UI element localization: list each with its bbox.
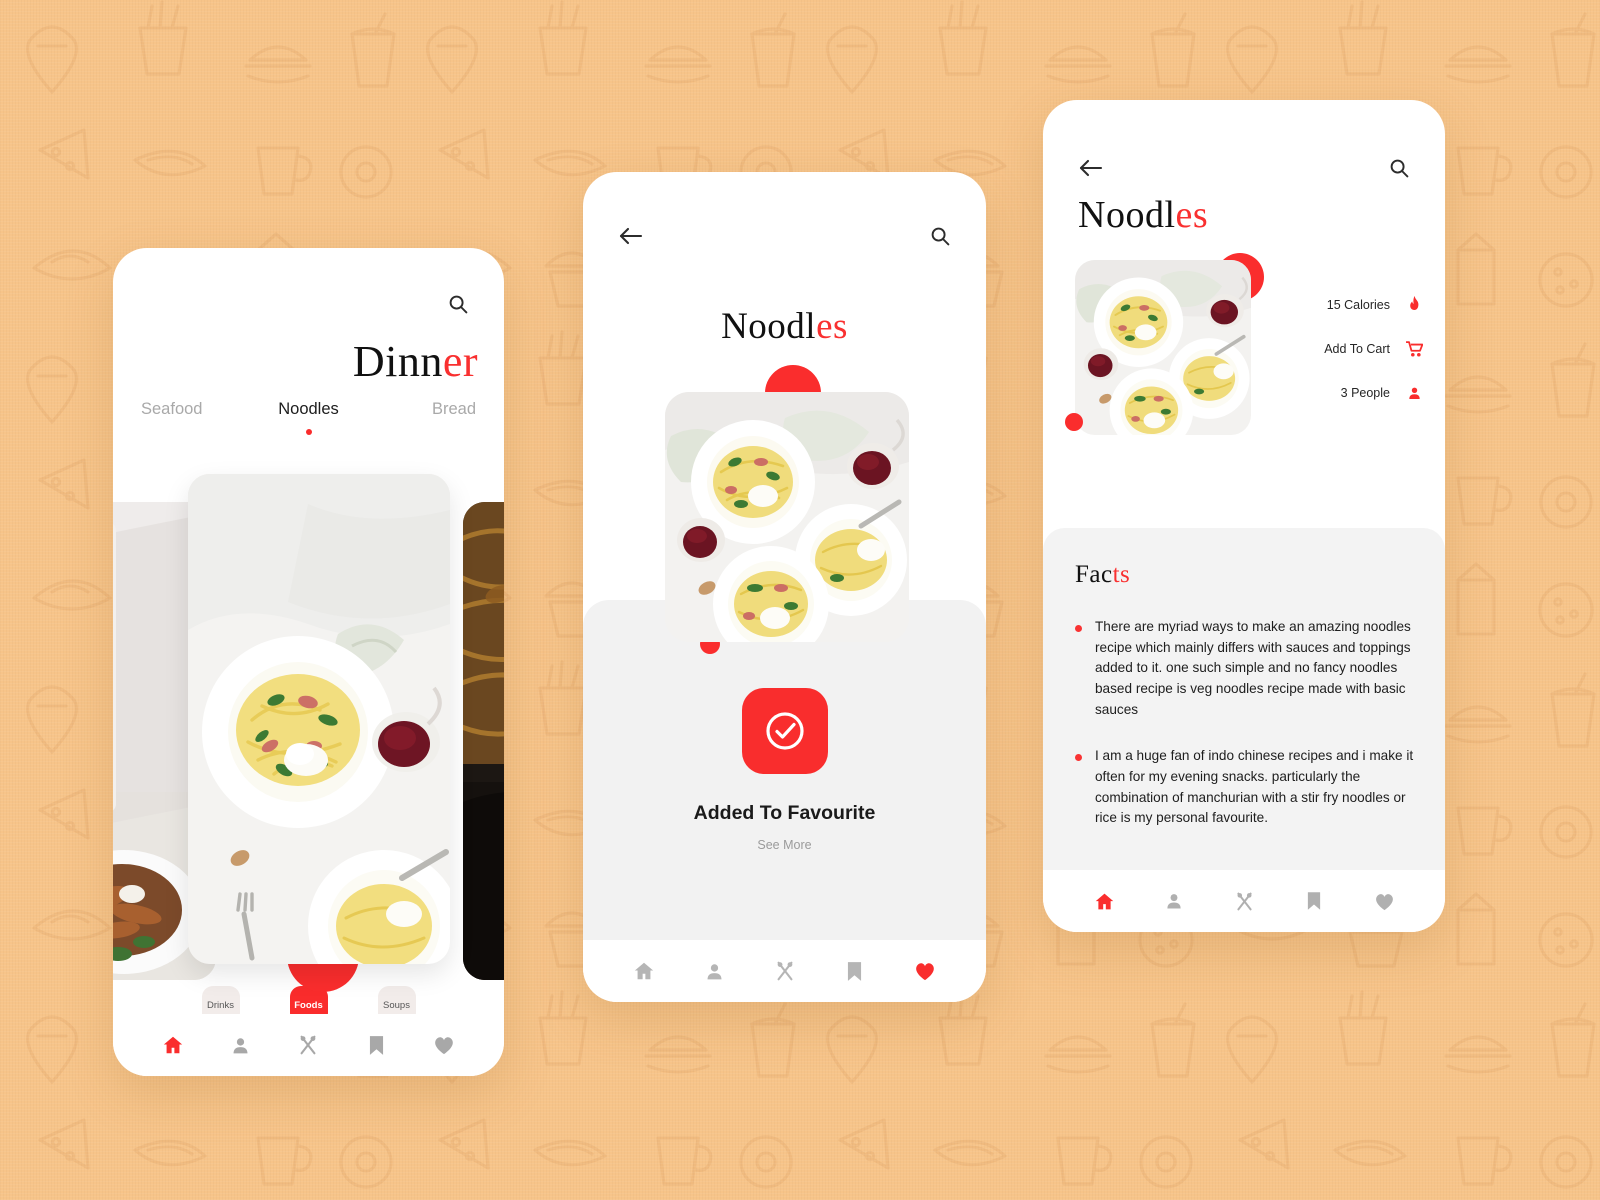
phone-screen-added-favourite: Noodles Added To Favourite See More: [583, 172, 986, 1002]
page-title: Noodles: [1078, 196, 1208, 234]
person-icon: [1406, 385, 1423, 401]
bullet-icon: [1075, 754, 1082, 762]
back-arrow-icon[interactable]: [1079, 158, 1103, 178]
phone-screen-noodles-detail: Noodles 15 Calories Add To Cart 3 People…: [1043, 100, 1445, 932]
facts-title-accent: ts: [1112, 561, 1131, 588]
phone3-topbar: [1043, 146, 1445, 190]
facts-panel: Facts There are myriad ways to make an a…: [1043, 528, 1445, 870]
tab-bread[interactable]: Bread: [364, 400, 476, 419]
nav-bookmark[interactable]: [1279, 891, 1349, 911]
phone2-topbar: [583, 214, 986, 258]
hero-food-image: [665, 392, 909, 642]
bullet-icon: [1075, 625, 1082, 632]
fact-text: I am a huge fan of indo chinese recipes …: [1095, 748, 1414, 826]
status-label: Added To Favourite: [693, 802, 876, 824]
hamburger-icon[interactable]: [382, 295, 408, 313]
info-row-people[interactable]: 3 People: [1273, 385, 1423, 401]
page-title-plain: Noodl: [1078, 194, 1176, 236]
nav-bookmark[interactable]: [820, 961, 890, 982]
facts-title-plain: Fac: [1075, 561, 1113, 588]
nav-profile[interactable]: [1139, 891, 1209, 911]
food-card-next[interactable]: [463, 502, 504, 980]
category-tabs: Seafood Noodles Bread: [113, 400, 504, 435]
search-icon[interactable]: [930, 226, 950, 246]
tab-seafood[interactable]: Seafood: [141, 400, 253, 419]
flame-icon: [1406, 296, 1423, 313]
page-title: Dinner: [353, 340, 478, 384]
nav-favourites[interactable]: [890, 961, 960, 981]
facts-title: Facts: [1075, 562, 1415, 587]
nav-home[interactable]: [139, 1034, 207, 1056]
nav-cutlery[interactable]: [1209, 891, 1279, 912]
search-icon[interactable]: [448, 294, 468, 314]
hero-food-image: [1075, 260, 1251, 435]
info-row-calories[interactable]: 15 Calories: [1273, 296, 1423, 313]
nav-favourites[interactable]: [410, 1035, 478, 1055]
add-to-cart-label: Add To Cart: [1324, 342, 1390, 356]
nav-home[interactable]: [1069, 891, 1139, 912]
page-title-plain: Noodl: [721, 306, 817, 347]
recipe-info-list: 15 Calories Add To Cart 3 People: [1273, 296, 1423, 401]
page-title-accent: er: [442, 337, 478, 386]
page-title-accent: es: [816, 306, 848, 347]
hamburger-icon[interactable]: [864, 227, 890, 245]
page-title: Noodles: [583, 308, 986, 345]
info-row-add-to-cart[interactable]: Add To Cart: [1273, 341, 1423, 357]
tab-bread-label: Bread: [431, 400, 477, 418]
food-carousel[interactable]: [113, 474, 504, 992]
decorative-red-dot: [1065, 413, 1083, 431]
phone-screen-dinner-listing: Dinner Seafood Noodles Bread Drinks Food…: [113, 248, 504, 1076]
people-label: 3 People: [1340, 386, 1390, 400]
nav-cutlery[interactable]: [275, 1034, 343, 1056]
phone2-bottom-nav: [583, 940, 986, 1002]
chip-soups-label: Soups: [383, 999, 410, 1011]
cart-icon: [1406, 341, 1423, 357]
tab-seafood-label: Seafood: [141, 400, 203, 418]
tab-noodles-label: Noodles: [278, 400, 339, 418]
phone1-topbar: [113, 282, 504, 326]
fact-list-item: There are myriad ways to make an amazing…: [1075, 617, 1415, 720]
chip-drinks-label: Drinks: [207, 999, 234, 1011]
nav-profile[interactable]: [679, 961, 749, 982]
nav-bookmark[interactable]: [342, 1035, 410, 1056]
phone3-bottom-nav: [1043, 870, 1445, 932]
nav-home[interactable]: [609, 960, 679, 982]
food-card-active[interactable]: [188, 474, 450, 964]
nav-profile[interactable]: [207, 1035, 275, 1056]
nav-favourites[interactable]: [1349, 892, 1419, 911]
calories-label: 15 Calories: [1326, 297, 1390, 312]
back-arrow-icon[interactable]: [619, 226, 643, 246]
check-circle-icon[interactable]: [741, 688, 828, 774]
active-tab-dot: [305, 429, 312, 435]
nav-cutlery[interactable]: [749, 960, 819, 982]
page-title-plain: Dinn: [352, 337, 443, 386]
hamburger-icon[interactable]: [1323, 159, 1349, 177]
chip-foods-label: Foods: [294, 999, 323, 1011]
page-title-accent: es: [1175, 194, 1209, 236]
phone1-bottom-nav: [113, 1014, 504, 1076]
tab-noodles[interactable]: Noodles: [253, 400, 365, 435]
see-more-link[interactable]: See More: [583, 838, 986, 852]
search-icon[interactable]: [1389, 158, 1409, 178]
fact-list-item: I am a huge fan of indo chinese recipes …: [1075, 746, 1415, 829]
fact-text: There are myriad ways to make an amazing…: [1095, 619, 1411, 717]
